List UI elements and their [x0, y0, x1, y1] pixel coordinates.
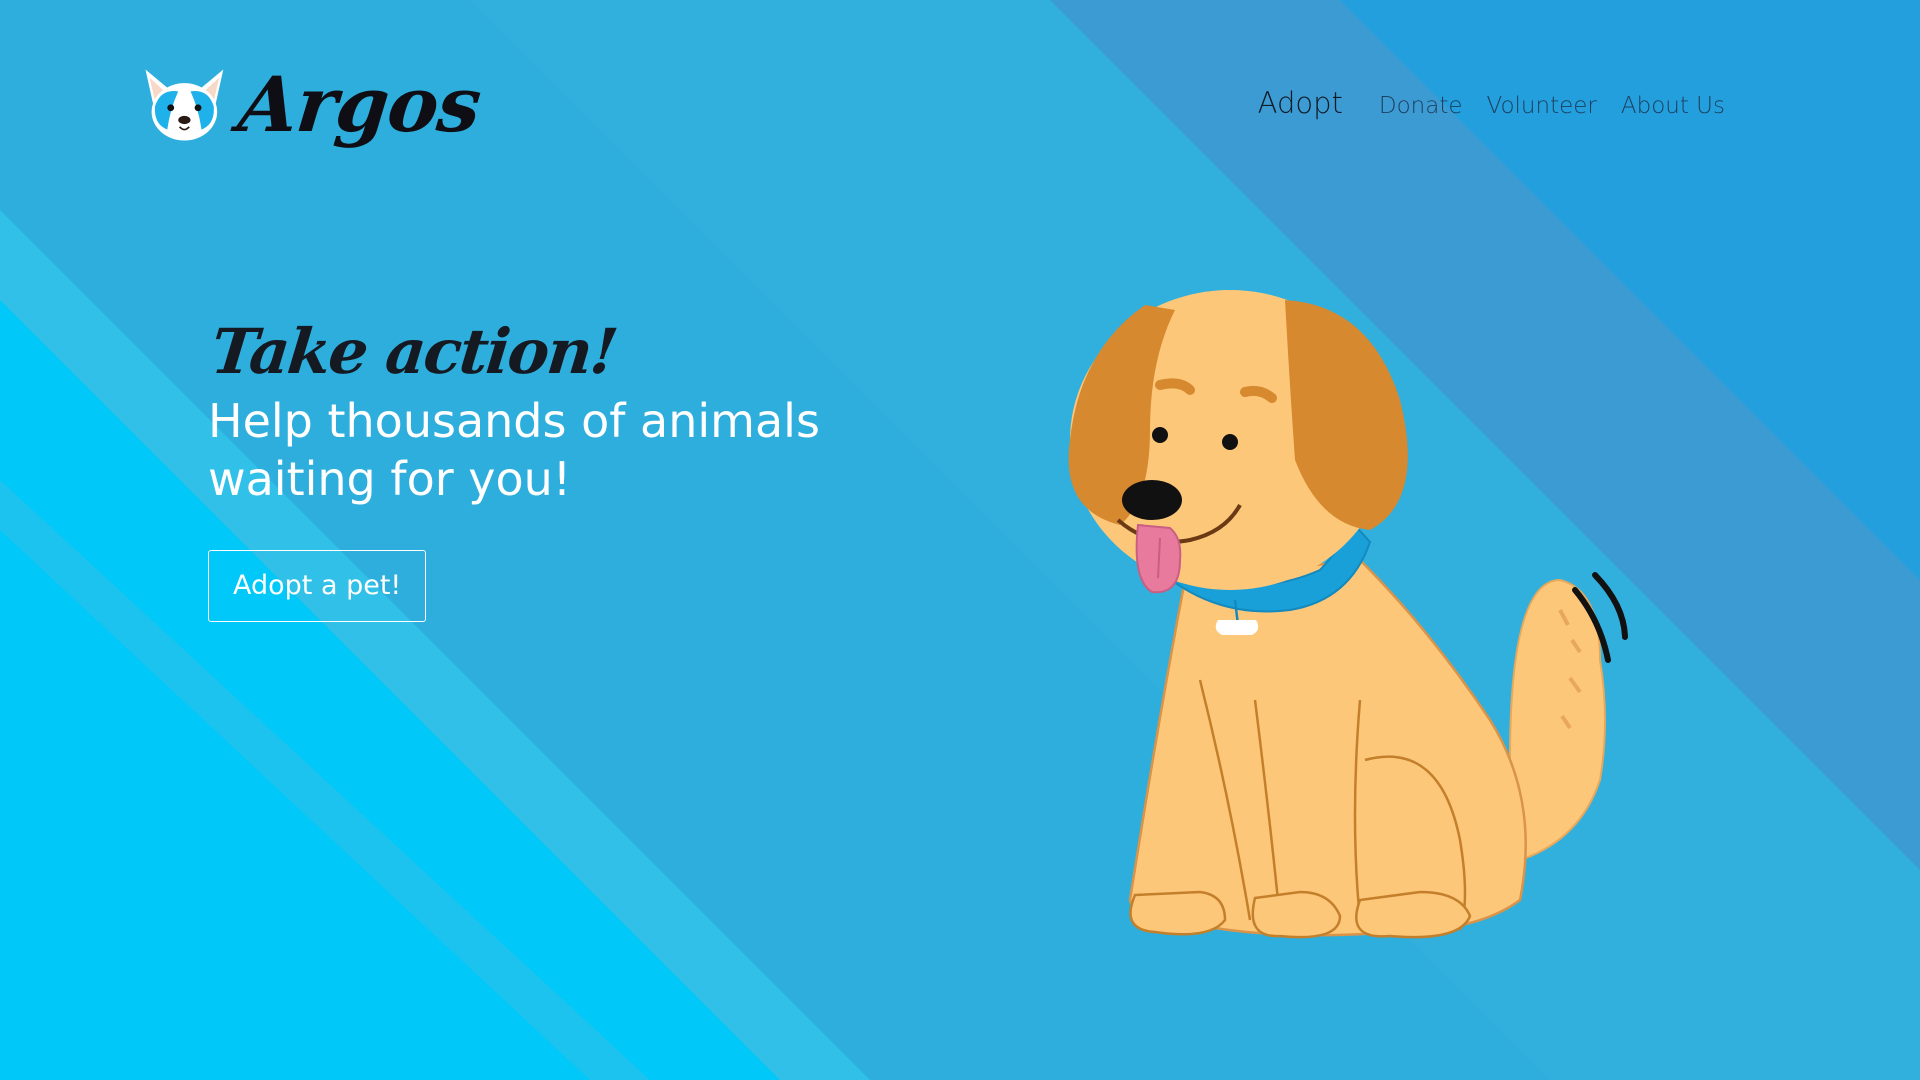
- nav-item-volunteer[interactable]: Volunteer: [1487, 93, 1597, 119]
- brand-logo[interactable]: Argos: [140, 40, 485, 170]
- puppy-illustration: [1068, 290, 1628, 939]
- adopt-pet-button[interactable]: Adopt a pet!: [208, 550, 427, 623]
- dog-face-icon: [145, 69, 224, 141]
- main-nav: Adopt Donate Volunteer About Us: [1258, 86, 1725, 120]
- hero-section: Take action! Help thousands of animals w…: [208, 315, 848, 623]
- nav-item-about-us[interactable]: About Us: [1621, 93, 1725, 119]
- nav-item-adopt[interactable]: Adopt: [1258, 86, 1343, 120]
- nav-item-donate[interactable]: Donate: [1379, 93, 1463, 119]
- brand-name: Argos: [234, 60, 485, 149]
- hero-title: Help thousands of animals waiting for yo…: [208, 394, 820, 507]
- hero-eyebrow: Take action!: [207, 315, 620, 388]
